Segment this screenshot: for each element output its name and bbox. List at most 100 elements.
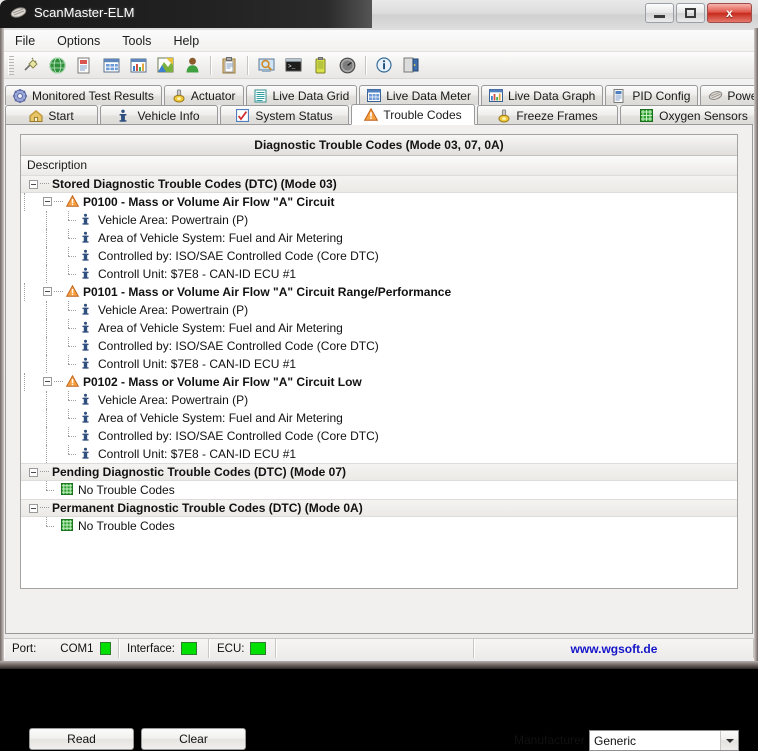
grid-table-icon[interactable] <box>98 53 124 78</box>
collapse-toggle-icon[interactable] <box>29 503 38 513</box>
menu-item-tools[interactable]: Tools <box>111 32 162 50</box>
tree-dtc-row[interactable]: P0100 - Mass or Volume Air Flow "A" Circ… <box>21 192 737 211</box>
tree-group-row[interactable]: Permanent Diagnostic Trouble Codes (DTC)… <box>21 499 737 517</box>
read-button[interactable]: Read <box>29 728 134 750</box>
tree-detail-row[interactable]: Controll Unit: $7E8 - CAN-ID ECU #1 <box>21 444 737 463</box>
minimize-button[interactable] <box>645 3 674 23</box>
tree-row-label: Controll Unit: $7E8 - CAN-ID ECU #1 <box>98 356 297 371</box>
collapse-toggle-icon[interactable] <box>29 467 38 477</box>
toolbar-grip[interactable] <box>8 55 14 75</box>
tab-system-status[interactable]: System Status <box>220 105 349 125</box>
chip-icon <box>10 5 27 20</box>
chevron-down-icon[interactable] <box>720 731 738 750</box>
connect-plug-icon[interactable] <box>17 53 43 78</box>
tree-detail-row[interactable]: Area of Vehicle System: Fuel and Air Met… <box>21 318 737 337</box>
tree-connector <box>65 318 79 337</box>
tree-detail-row[interactable]: Vehicle Area: Powertrain (P) <box>21 210 737 229</box>
tab-oxygen-sensors[interactable]: Oxygen Sensors <box>620 105 758 125</box>
tree-detail-row[interactable]: No Trouble Codes <box>21 480 737 499</box>
bar-chart-icon[interactable] <box>125 53 151 78</box>
window-frame-right <box>754 28 758 669</box>
speedometer-icon[interactable] <box>334 53 360 78</box>
tree-detail-row[interactable]: Area of Vehicle System: Fuel and Air Met… <box>21 228 737 247</box>
tab-start[interactable]: Start <box>5 105 98 125</box>
tree-dtc-row[interactable]: P0102 - Mass or Volume Air Flow "A" Circ… <box>21 372 737 391</box>
tree-group-row[interactable]: Pending Diagnostic Trouble Codes (DTC) (… <box>21 463 737 481</box>
status-ecu: ECU: <box>209 639 276 658</box>
exit-door-icon[interactable] <box>398 53 424 78</box>
menu-item-help[interactable]: Help <box>162 32 210 50</box>
tree-connector <box>65 354 79 373</box>
collapse-toggle-icon[interactable] <box>43 197 52 206</box>
tree-row-label: P0100 - Mass or Volume Air Flow "A" Circ… <box>83 194 335 209</box>
collapse-toggle-icon[interactable] <box>29 179 38 189</box>
info-i-icon <box>81 213 94 226</box>
tree-connector <box>65 210 79 229</box>
tree-connector <box>43 516 57 535</box>
tab-label: Start <box>48 108 74 123</box>
collapse-toggle-icon[interactable] <box>43 287 52 296</box>
tab-trouble-codes[interactable]: Trouble Codes <box>351 104 475 125</box>
tree-group-row[interactable]: Stored Diagnostic Trouble Codes (DTC) (M… <box>21 175 737 193</box>
tree-connector <box>21 192 43 211</box>
tab-vehicle-info[interactable]: Vehicle Info <box>100 105 218 125</box>
warning-triangle-icon <box>65 194 80 208</box>
pid-page-icon <box>613 88 627 103</box>
status-spacer <box>276 639 474 658</box>
close-button[interactable]: x <box>707 3 752 23</box>
tab-power[interactable]: Power <box>700 85 758 105</box>
tree-connector <box>40 183 49 185</box>
warning-triangle-icon <box>65 284 80 298</box>
gauge-chart-icon[interactable] <box>152 53 178 78</box>
user-icon[interactable] <box>179 53 205 78</box>
tree-detail-row[interactable]: Controlled by: ISO/SAE Controlled Code (… <box>21 426 737 445</box>
interface-led-indicator <box>180 642 197 655</box>
manufacturer-select[interactable]: Generic <box>589 730 739 751</box>
status-website-link[interactable]: www.wgsoft.de <box>474 639 754 658</box>
tree-detail-row[interactable]: Area of Vehicle System: Fuel and Air Met… <box>21 408 737 427</box>
tree-detail-row[interactable]: Controll Unit: $7E8 - CAN-ID ECU #1 <box>21 264 737 283</box>
tree-row-label: Controll Unit: $7E8 - CAN-ID ECU #1 <box>98 446 297 461</box>
tree-detail-row[interactable]: No Trouble Codes <box>21 516 737 535</box>
info-i-icon <box>81 447 94 460</box>
globe-icon[interactable] <box>44 53 70 78</box>
warning-triangle-icon <box>65 374 80 388</box>
tree-detail-row[interactable]: Vehicle Area: Powertrain (P) <box>21 390 737 409</box>
clear-button[interactable]: Clear <box>141 728 246 750</box>
tab-live-data-grid[interactable]: Live Data Grid <box>245 85 358 105</box>
graph-icon <box>488 88 503 103</box>
search-monitor-icon[interactable] <box>253 53 279 78</box>
tab-bar-row-1: Monitored Test Results Actuator Live Dat… <box>5 84 758 105</box>
ecu-led-indicator <box>250 642 267 655</box>
tree-row-label: Controlled by: ISO/SAE Controlled Code (… <box>98 248 379 263</box>
tab-live-data-graph[interactable]: Live Data Graph <box>480 85 604 105</box>
tree-detail-row[interactable]: Controll Unit: $7E8 - CAN-ID ECU #1 <box>21 354 737 373</box>
port-led-indicator <box>99 642 111 655</box>
tree-connector <box>65 336 79 355</box>
status-bar: Port: COM1 Interface: ECU: www.wgsoft.de <box>4 638 754 658</box>
tab-freeze-frames[interactable]: Freeze Frames <box>477 105 618 125</box>
tree-connector <box>65 408 79 427</box>
tree-dtc-row[interactable]: P0101 - Mass or Volume Air Flow "A" Circ… <box>21 282 737 301</box>
status-interface: Interface: <box>119 639 209 658</box>
menu-item-file[interactable]: File <box>4 32 46 50</box>
tree-detail-row[interactable]: Controlled by: ISO/SAE Controlled Code (… <box>21 246 737 265</box>
tab-pid-config[interactable]: PID Config <box>605 85 699 105</box>
tab-live-data-meter[interactable]: Live Data Meter <box>359 85 479 105</box>
battery-icon[interactable] <box>307 53 333 78</box>
collapse-toggle-icon[interactable] <box>43 377 52 386</box>
maximize-button[interactable] <box>676 3 705 23</box>
dtc-tree[interactable]: Stored Diagnostic Trouble Codes (DTC) (M… <box>21 175 737 588</box>
read-button-label: Read <box>67 732 96 746</box>
tab-monitored-test-results[interactable]: Monitored Test Results <box>5 85 162 105</box>
report-page-icon[interactable] <box>71 53 97 78</box>
tree-detail-row[interactable]: Vehicle Area: Powertrain (P) <box>21 300 737 319</box>
terminal-icon[interactable]: >_ <box>280 53 306 78</box>
info-icon[interactable] <box>371 53 397 78</box>
window-frame-bottom <box>0 661 758 669</box>
menu-item-options[interactable]: Options <box>46 32 111 50</box>
tab-actuator[interactable]: Actuator <box>163 85 244 105</box>
clipboard-icon[interactable] <box>216 53 242 78</box>
tree-row-label: Vehicle Area: Powertrain (P) <box>98 302 249 317</box>
tree-detail-row[interactable]: Controlled by: ISO/SAE Controlled Code (… <box>21 336 737 355</box>
